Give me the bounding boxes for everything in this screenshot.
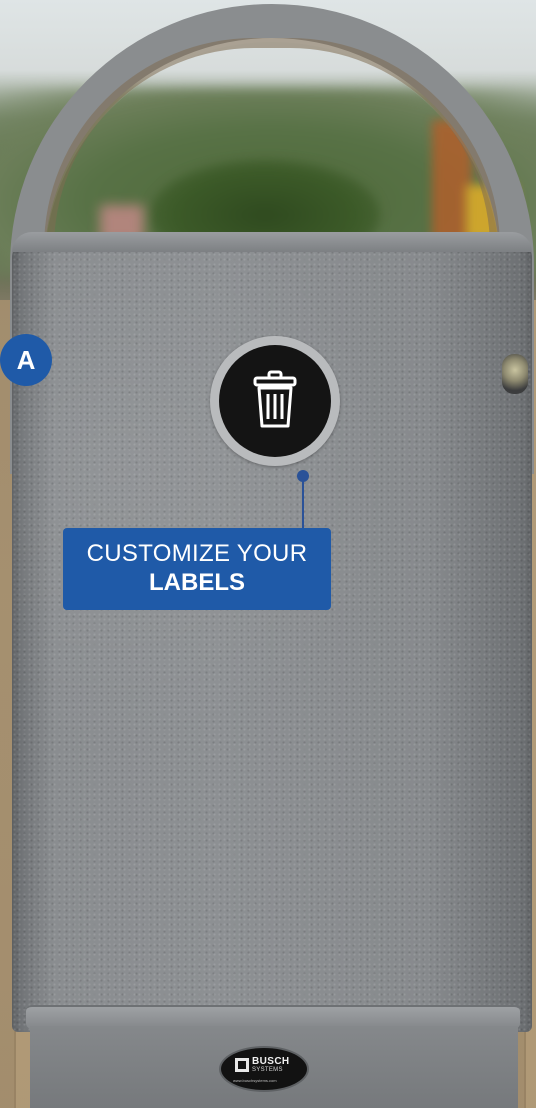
- product-photo: CUSTOMIZE YOUR LABELS A BUSCH SYSTEMS ww…: [0, 0, 536, 1108]
- hotspot-badge-a[interactable]: A: [0, 334, 52, 386]
- customize-labels-callout[interactable]: CUSTOMIZE YOUR LABELS: [63, 528, 331, 610]
- logo-url: www.buschsystems.com: [233, 1078, 277, 1083]
- callout-text-line2: LABELS: [149, 569, 245, 596]
- busch-systems-logo: BUSCH SYSTEMS www.buschsystems.com: [221, 1048, 307, 1090]
- callout-connector: [302, 474, 304, 530]
- lock-bolt: [502, 354, 528, 394]
- callout-dot: [297, 470, 309, 482]
- callout-text-line1: CUSTOMIZE YOUR: [86, 540, 308, 567]
- logo-sub: SYSTEMS: [252, 1067, 283, 1073]
- logo-mark-icon: [235, 1058, 249, 1072]
- bin-label[interactable]: [210, 336, 340, 466]
- trash-can-icon: [253, 370, 297, 428]
- logo-brand: BUSCH: [252, 1056, 290, 1067]
- bin-top-lip: [12, 232, 532, 252]
- bin-label-face: [219, 345, 331, 457]
